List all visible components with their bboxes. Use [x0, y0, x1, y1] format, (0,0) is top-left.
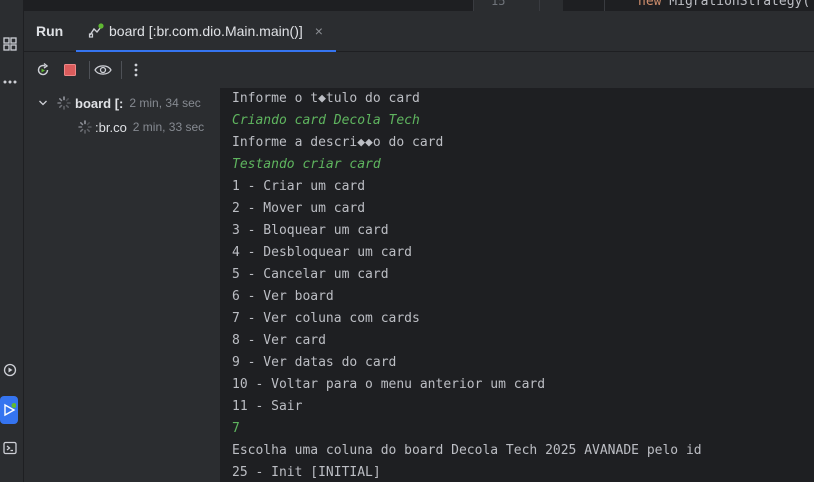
editor-divider [473, 0, 474, 11]
run-icon[interactable] [0, 396, 18, 424]
editor-area: 15 new MigrationStrategy( [24, 0, 814, 11]
tree-item-duration: 2 min, 33 sec [132, 120, 205, 134]
console-input-line: Criando card Decola Tech [232, 113, 420, 128]
console-output-line: 1 - Criar um card [232, 179, 366, 194]
console-output-line: 4 - Desbloquear um card [232, 245, 413, 260]
spinner-icon [78, 120, 92, 134]
chevron-down-icon[interactable] [38, 98, 52, 108]
code-text: MigrationStrategy( [661, 0, 811, 9]
console-output-line: 3 - Bloquear um card [232, 223, 389, 238]
tab-run-configuration[interactable]: board [:br.com.dio.Main.main()] × [76, 11, 336, 52]
run-tool-window-header: Run board [:br.com.dio.Main.main()] × [24, 11, 814, 52]
console-output-line: 10 - Voltar para o menu anterior um card [232, 377, 546, 392]
stop-icon[interactable] [60, 60, 80, 80]
more-icon[interactable] [0, 72, 20, 92]
editor-divider [604, 0, 605, 11]
tool-window-strip [0, 0, 24, 482]
code-keyword: new [638, 0, 662, 9]
console-output-line: 25 - Init [INITIAL] [232, 465, 381, 480]
run-config-icon [88, 22, 104, 39]
console-output-line: 6 - Ver board [232, 289, 334, 304]
spinner-icon [57, 96, 71, 110]
console-output[interactable]: Informe o t◆tulo do card Criando card Dec… [221, 88, 814, 482]
console-output-line: Informe o t◆tulo do card [232, 91, 420, 106]
console-output-line: 8 - Ver card [232, 333, 326, 348]
run-tree: board [: 2 min, 34 sec :br.co 2 min, 33 … [24, 88, 221, 482]
console-output-line: Informe a descri◆◆o do card [232, 135, 444, 150]
console-output-line: 7 - Ver coluna com cards [232, 311, 420, 326]
toolbar-separator [121, 61, 122, 79]
tab-label: board [:br.com.dio.Main.main()] [109, 22, 303, 39]
eye-icon[interactable] [93, 60, 113, 80]
line-number: 15 [491, 0, 506, 8]
tree-item-label: board [: [75, 95, 124, 111]
tree-item-duration: 2 min, 34 sec [129, 96, 201, 110]
toolbar-separator [89, 61, 90, 79]
tree-item-label: :br.co [95, 119, 127, 135]
console-output-line: 5 - Cancelar um card [232, 267, 389, 282]
console-output-line: 11 - Sair [232, 399, 303, 414]
tree-row[interactable]: board [: 2 min, 34 sec [38, 92, 201, 114]
more-vertical-icon[interactable] [126, 60, 146, 80]
close-icon[interactable]: × [315, 23, 323, 39]
console-input-line: Testando criar card [232, 157, 381, 172]
editor-gutter [473, 0, 563, 11]
console-output-line: 9 - Ver datas do card [232, 355, 397, 370]
rerun-icon[interactable] [33, 60, 53, 80]
code-line[interactable]: new MigrationStrategy( [638, 0, 810, 9]
console-output-line: 2 - Mover um card [232, 201, 366, 216]
tool-window-title: Run [36, 23, 64, 39]
console-input-line: 7 [232, 421, 240, 436]
tree-row[interactable]: :br.co 2 min, 33 sec [78, 116, 204, 138]
project-structure-icon[interactable] [0, 34, 20, 54]
editor-divider [539, 0, 540, 11]
console-output-line: Escolha uma coluna do board Decola Tech … [232, 443, 702, 458]
services-icon[interactable] [0, 360, 20, 380]
terminal-icon[interactable] [0, 438, 20, 458]
run-toolbar [24, 52, 814, 88]
